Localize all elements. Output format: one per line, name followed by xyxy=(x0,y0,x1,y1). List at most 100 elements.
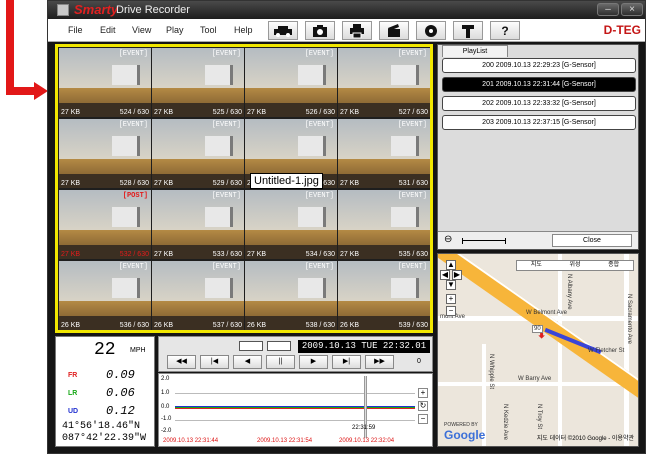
thumb-size: 27 KB xyxy=(154,109,174,116)
thumb-truck xyxy=(112,135,140,157)
graph-y-label: 0.0 xyxy=(161,404,170,410)
thumbnail-frame[interactable]: [EVENT] 27 KB 525 / 630 xyxy=(152,48,244,117)
g-value-fr: 0.09 xyxy=(106,368,135,382)
map-label: W Barry Ave xyxy=(518,376,552,382)
single-view-button[interactable] xyxy=(239,341,263,351)
thumb-tag: [EVENT] xyxy=(397,192,427,200)
thumb-tag: [EVENT] xyxy=(304,50,334,58)
thumbnail-frame[interactable]: [POST] 27 KB 532 / 630 xyxy=(59,190,151,259)
car-button[interactable] xyxy=(268,21,298,40)
thumbnail-frame[interactable]: [EVENT] 27 KB 529 / 630 xyxy=(152,119,244,188)
playlist-item-selected[interactable]: 201 2009.10.13 22:31:44 [G-Sensor] xyxy=(442,77,636,92)
zoom-out-icon[interactable]: ⊖ xyxy=(444,234,452,245)
thumb-frame-number: 539 / 630 xyxy=(398,322,428,329)
map-pan-down-icon[interactable]: ▼ xyxy=(446,280,456,290)
wrench-icon xyxy=(462,24,474,38)
g-sensor-graph[interactable]: 2.0 1.0 0.0 -1.0 -2.0 22:31:59 2009.10.1… xyxy=(158,373,433,447)
close-button[interactable]: × xyxy=(621,3,643,16)
map-pan-up-icon[interactable]: ▲ xyxy=(446,260,456,270)
step-back-button[interactable]: ◀ xyxy=(233,355,262,369)
camera-button[interactable] xyxy=(305,21,335,40)
minimize-button[interactable]: – xyxy=(597,3,619,16)
thumbnail-frame[interactable]: [EVENT] 26 KB 539 / 630 xyxy=(338,261,430,330)
pause-button[interactable]: || xyxy=(266,355,295,369)
map-tab-map[interactable]: 지도 xyxy=(517,261,556,270)
thumb-size: 27 KB xyxy=(61,180,81,187)
map-label: W Fletcher St xyxy=(588,348,625,354)
thumb-tag: [EVENT] xyxy=(211,192,241,200)
thumbnail-frame[interactable]: [EVENT] 27 KB 527 / 630 xyxy=(338,48,430,117)
thumb-tag: [EVENT] xyxy=(211,50,241,58)
thumb-truck xyxy=(298,64,326,86)
map-tab-hybrid[interactable]: 종합 xyxy=(594,261,633,270)
playlist-item[interactable]: 200 2009.10.13 22:29:23 [G-Sensor] xyxy=(442,58,636,73)
map-pan-right-icon[interactable]: ▶ xyxy=(452,270,462,280)
thumbnail-frame[interactable]: [EVENT] 26 KB 536 / 630 xyxy=(59,261,151,330)
fast-forward-button[interactable]: ▶▶ xyxy=(365,355,394,369)
thumb-size: 27 KB xyxy=(61,251,81,258)
callout-arrow-bend xyxy=(6,87,36,95)
print-button[interactable] xyxy=(342,21,372,40)
clapper-button[interactable] xyxy=(379,21,409,40)
thumbnail-grid: [EVENT] 27 KB 524 / 630 [EVENT] 27 KB 525 / 6… xyxy=(55,44,433,333)
thumbnail-frame[interactable]: [EVENT] 27 KB 524 / 630 xyxy=(59,48,151,117)
graph-zoom-out-button[interactable]: − xyxy=(418,414,428,424)
thumbnail-frame[interactable]: [EVENT] 26 KB 538 / 630 xyxy=(245,261,337,330)
thumb-truck xyxy=(205,135,233,157)
thumbnail-frame[interactable]: [EVENT] 27 KB 533 / 630 xyxy=(152,190,244,259)
wrench-button[interactable] xyxy=(453,21,483,40)
thumb-truck xyxy=(205,277,233,299)
playlist-slider[interactable] xyxy=(462,238,506,244)
previous-button[interactable]: |◀ xyxy=(200,355,229,369)
menu-view[interactable]: View xyxy=(132,25,151,35)
map-panel[interactable]: ⬇ W Belmont Ave W Fletcher St W Barry Av… xyxy=(437,253,639,447)
thumb-truck xyxy=(391,206,419,228)
menu-bar: File Edit View Play Tool Help ? D-TEG xyxy=(48,19,645,42)
title-text: Drive Recorder xyxy=(116,4,190,16)
thumb-frame-number: 526 / 630 xyxy=(305,109,335,116)
graph-y-label: -1.0 xyxy=(161,416,172,422)
thumbnail-frame[interactable]: [EVENT] 26 KB 537 / 630 xyxy=(152,261,244,330)
next-button[interactable]: ▶| xyxy=(332,355,361,369)
printer-icon xyxy=(350,23,364,38)
thumbnail-frame[interactable]: [EVENT] 27 KB 534 / 630 xyxy=(245,190,337,259)
thumbnail-frame[interactable]: [EVENT] 27 KB 531 / 630 xyxy=(338,119,430,188)
thumb-size: 27 KB xyxy=(340,109,360,116)
playlist-item[interactable]: 203 2009.10.13 22:37:15 [G-Sensor] xyxy=(442,115,636,130)
title-bar: Smarty Drive Recorder – × xyxy=(48,1,645,19)
thumb-frame-number: 528 / 630 xyxy=(119,180,149,187)
thumbnail-frame[interactable]: [EVENT] 27 KB 526 / 630 xyxy=(245,48,337,117)
disc-button[interactable] xyxy=(416,21,446,40)
thumb-size: 27 KB xyxy=(247,109,267,116)
graph-reset-button[interactable]: ↻ xyxy=(418,401,428,411)
thumb-truck xyxy=(205,206,233,228)
thumb-tag: [EVENT] xyxy=(304,263,334,271)
map-zoom-out-icon[interactable]: − xyxy=(446,306,456,316)
menu-edit[interactable]: Edit xyxy=(100,25,116,35)
menu-help[interactable]: Help xyxy=(234,25,253,35)
thumb-frame-number: 529 / 630 xyxy=(212,180,242,187)
menu-tool[interactable]: Tool xyxy=(200,25,217,35)
menu-play[interactable]: Play xyxy=(166,25,184,35)
graph-gridline xyxy=(175,420,415,421)
playlist-tab[interactable]: PlayList xyxy=(442,45,508,57)
playlist-item[interactable]: 202 2009.10.13 22:33:32 [G-Sensor] xyxy=(442,96,636,111)
play-button[interactable]: ▶ xyxy=(299,355,328,369)
help-button[interactable]: ? xyxy=(490,21,520,40)
map-street xyxy=(558,254,562,446)
thumbnail-frame[interactable]: [EVENT] 27 KB 528 / 630 xyxy=(59,119,151,188)
app-icon xyxy=(57,4,69,16)
fast-rewind-button[interactable]: ◀◀ xyxy=(167,355,196,369)
map-zoom-in-icon[interactable]: + xyxy=(446,294,456,304)
graph-zoom-in-button[interactable]: + xyxy=(418,388,428,398)
thumb-truck xyxy=(298,206,326,228)
graph-y-label: 1.0 xyxy=(161,390,170,396)
map-pan-left-icon[interactable]: ◀ xyxy=(440,270,450,280)
thumb-size: 26 KB xyxy=(154,322,174,329)
menu-file[interactable]: File xyxy=(68,25,83,35)
title-brand: Smarty xyxy=(74,2,119,17)
thumbnail-frame[interactable]: [EVENT] 27 KB 535 / 630 xyxy=(338,190,430,259)
split-view-button[interactable] xyxy=(267,341,291,351)
map-tab-satellite[interactable]: 위성 xyxy=(556,261,595,270)
playlist-close-button[interactable]: Close xyxy=(552,234,632,247)
